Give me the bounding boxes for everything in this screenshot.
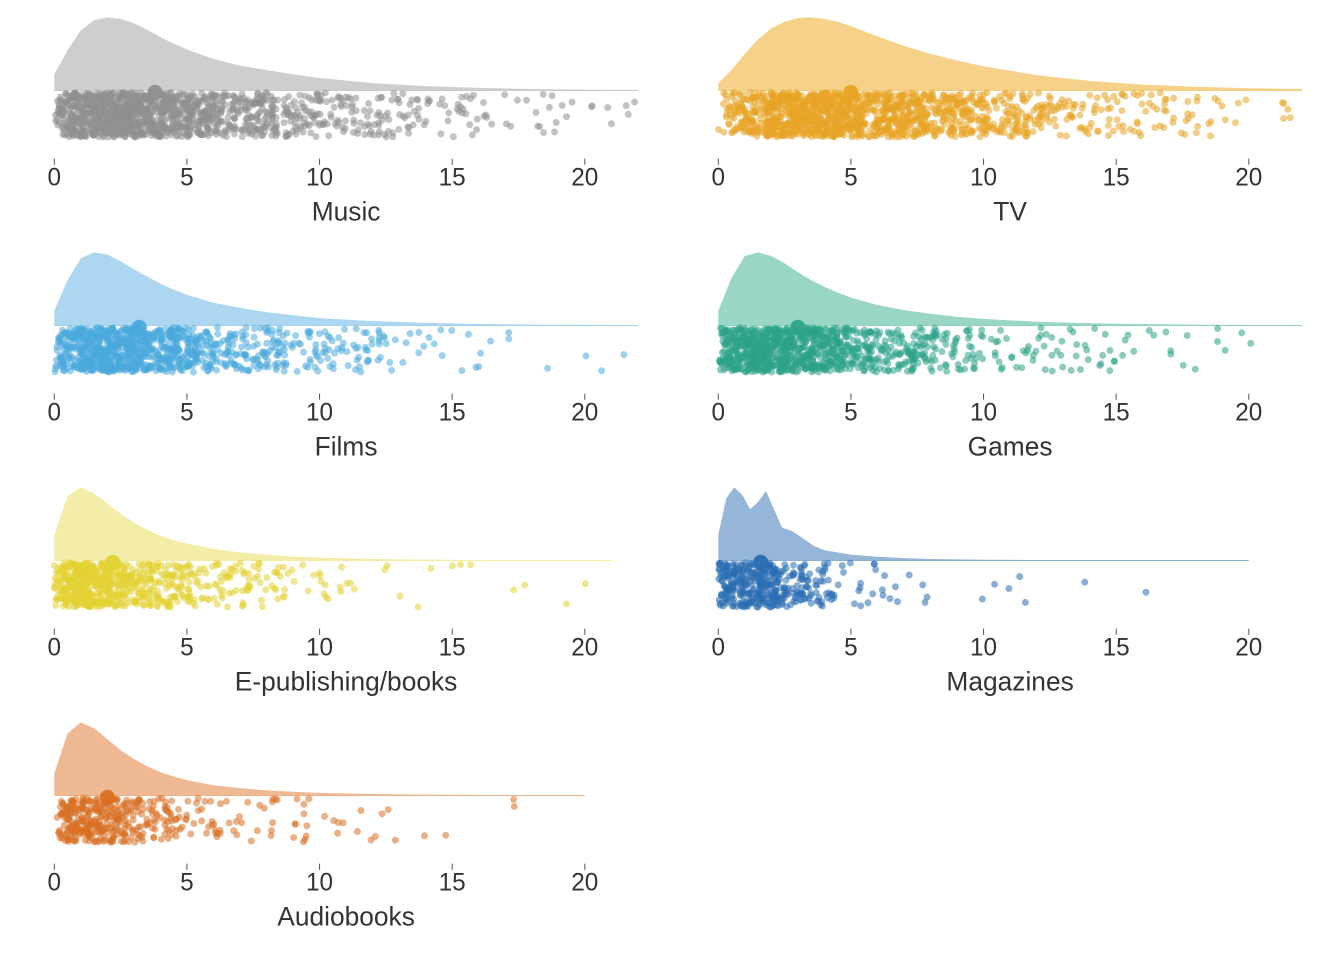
- tick-label: 5: [844, 164, 858, 191]
- density-area: [54, 252, 638, 325]
- panel-title: Magazines: [946, 666, 1073, 696]
- tick-label: 20: [1235, 634, 1262, 661]
- mean-point: [132, 320, 147, 335]
- panel-audio: 0 5 10 15 20 Audiobooks: [32, 713, 648, 940]
- tick-label: 0: [712, 634, 726, 661]
- tick-label: 15: [1103, 634, 1130, 661]
- tick-label: 5: [180, 869, 194, 896]
- x-axis: 0 5 10 15 20: [712, 394, 1263, 427]
- raincloud-music: 0 5 10 15 20 Music: [32, 8, 648, 235]
- tick-label: 10: [970, 399, 997, 426]
- tick-label: 15: [1103, 164, 1130, 191]
- tick-label: 5: [180, 164, 194, 191]
- panel-title: Audiobooks: [277, 901, 415, 931]
- strip-points: [715, 559, 1149, 610]
- tick-label: 10: [306, 634, 333, 661]
- tick-label: 5: [844, 399, 858, 426]
- tick-label: 0: [712, 399, 726, 426]
- small-multiples-grid: 0 5 10 15 20 Music 0 5 10 15 20 TV 0 5 10 15 20 Films 0 5 10…: [0, 0, 1344, 960]
- raincloud-games: 0 5 10 15 20 Games: [696, 243, 1312, 470]
- panel-games: 0 5 10 15 20 Games: [696, 243, 1312, 470]
- tick-label: 15: [439, 164, 466, 191]
- panel-tv: 0 5 10 15 20 TV: [696, 8, 1312, 235]
- tick-label: 0: [48, 869, 62, 896]
- tick-label: 20: [571, 869, 598, 896]
- tick-label: 20: [571, 634, 598, 661]
- mean-point: [100, 790, 115, 805]
- mean-point: [790, 320, 805, 335]
- x-axis: 0 5 10 15 20: [712, 159, 1263, 192]
- tick-label: 5: [180, 399, 194, 426]
- tick-label: 15: [439, 869, 466, 896]
- panel-epub: 0 5 10 15 20 E-publishing/books: [32, 478, 648, 705]
- raincloud-audio: 0 5 10 15 20 Audiobooks: [32, 713, 648, 940]
- strip-points: [51, 559, 589, 610]
- panel-music: 0 5 10 15 20 Music: [32, 8, 648, 235]
- tick-label: 15: [1103, 399, 1130, 426]
- x-axis: 0 5 10 15 20: [48, 629, 599, 662]
- tick-label: 15: [439, 399, 466, 426]
- tick-label: 20: [571, 399, 598, 426]
- mean-point: [105, 555, 120, 570]
- tick-label: 10: [970, 634, 997, 661]
- mean-point: [843, 85, 858, 100]
- raincloud-epub: 0 5 10 15 20 E-publishing/books: [32, 478, 648, 705]
- raincloud-films: 0 5 10 15 20 Films: [32, 243, 648, 470]
- panel-films: 0 5 10 15 20 Films: [32, 243, 648, 470]
- panel-mags: 0 5 10 15 20 Magazines: [696, 478, 1312, 705]
- density-area: [718, 487, 1249, 560]
- tick-label: 10: [306, 869, 333, 896]
- tick-label: 10: [306, 164, 333, 191]
- tick-label: 20: [1235, 399, 1262, 426]
- x-axis: 0 5 10 15 20: [48, 864, 599, 897]
- tick-label: 0: [48, 399, 62, 426]
- strip-points: [52, 89, 638, 140]
- tick-label: 20: [571, 164, 598, 191]
- tick-label: 0: [48, 164, 62, 191]
- density-area: [54, 722, 585, 795]
- panel-title: TV: [993, 196, 1027, 226]
- tick-label: 15: [439, 634, 466, 661]
- tick-label: 20: [1235, 164, 1262, 191]
- density-area: [718, 252, 1302, 325]
- raincloud-tv: 0 5 10 15 20 TV: [696, 8, 1312, 235]
- x-axis: 0 5 10 15 20: [712, 629, 1263, 662]
- tick-label: 10: [306, 399, 333, 426]
- panel-title: E-publishing/books: [235, 666, 458, 696]
- density-area: [718, 17, 1302, 90]
- x-axis: 0 5 10 15 20: [48, 394, 599, 427]
- strip-points: [715, 89, 1293, 140]
- panel-title: Games: [968, 431, 1053, 461]
- panel-title: Films: [315, 431, 378, 461]
- strip-points: [54, 795, 518, 846]
- density-area: [54, 17, 638, 90]
- x-axis: 0 5 10 15 20: [48, 159, 599, 192]
- density-area: [54, 487, 611, 560]
- tick-label: 5: [844, 634, 858, 661]
- panel-title: Music: [312, 196, 381, 226]
- tick-label: 0: [48, 634, 62, 661]
- tick-label: 0: [712, 164, 726, 191]
- tick-label: 10: [970, 164, 997, 191]
- raincloud-mags: 0 5 10 15 20 Magazines: [696, 478, 1312, 705]
- tick-label: 5: [180, 634, 194, 661]
- mean-point: [753, 555, 768, 570]
- mean-point: [147, 85, 162, 100]
